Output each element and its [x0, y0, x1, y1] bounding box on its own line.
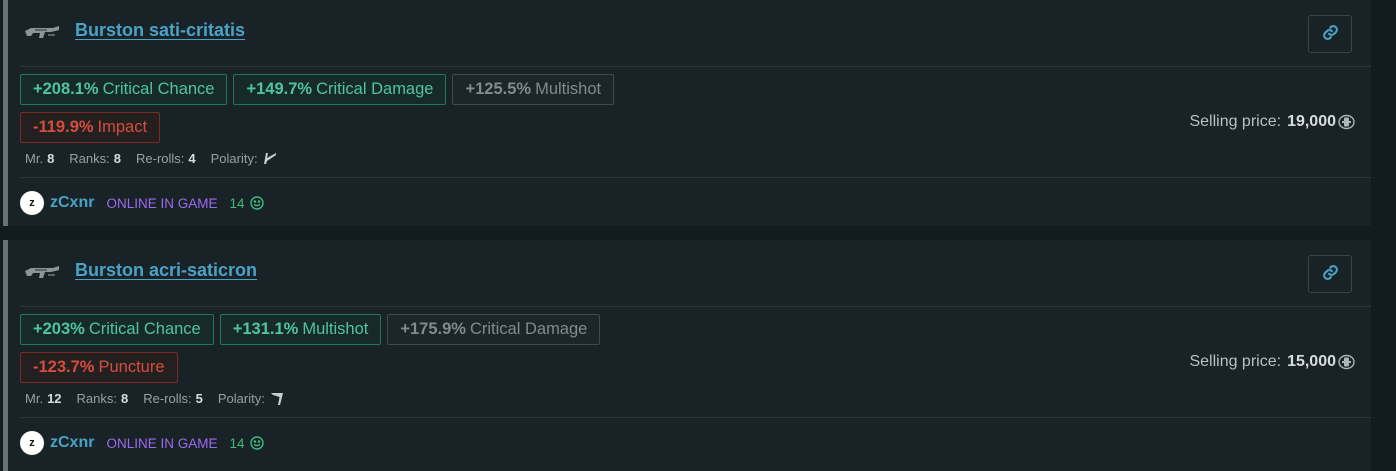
selling-price: Selling price: 19,000: [1189, 113, 1355, 131]
link-icon: [1322, 24, 1339, 44]
polarity: Polarity:: [211, 151, 277, 166]
rerolls: Re-rolls: 5: [143, 391, 203, 406]
riven-meta: Mr. 8 Ranks: 8 Re-rolls: 4 Polarity:: [25, 151, 292, 166]
stats-row: -119.9% Impact: [20, 112, 161, 143]
negative-stat-badge: -119.9% Impact: [20, 112, 161, 143]
rerolls-value: 4: [188, 151, 196, 166]
divider: [20, 66, 1371, 67]
selling-price: Selling price: 15,000: [1189, 353, 1355, 371]
divider: [20, 306, 1371, 307]
mr-label: Mr.: [25, 151, 44, 166]
positive-stat-badge: +131.1% Multishot: [219, 314, 382, 345]
stat-name: Multishot: [535, 80, 602, 98]
stat-value: -123.7%: [33, 358, 95, 376]
divider: [20, 177, 1371, 178]
stat-name: Critical Chance: [102, 80, 215, 98]
seller-name-link[interactable]: zCxnr: [50, 194, 94, 212]
seller-name-link[interactable]: zCxnr: [50, 434, 94, 452]
stat-name: Impact: [97, 118, 148, 136]
stat-value: +203%: [33, 320, 85, 338]
mastery-rank: Mr. 12: [25, 391, 62, 406]
price-label: Selling price:: [1189, 113, 1282, 130]
stat-value: +208.1%: [33, 80, 99, 98]
stats-row: +203% Critical Chance +131.1% Multishot …: [20, 314, 601, 345]
mr-value: 12: [47, 391, 62, 406]
negative-stat-badge: -123.7% Puncture: [20, 352, 178, 383]
reputation: 14: [229, 195, 264, 211]
positive-stat-badge: +203% Critical Chance: [20, 314, 214, 345]
smiley-icon: [249, 436, 264, 450]
neutral-stat-badge: +125.5% Multishot: [452, 74, 615, 105]
reputation-value: 14: [229, 435, 245, 451]
stat-name: Critical Damage: [316, 80, 434, 98]
naramon-polarity-icon: [263, 152, 277, 165]
stat-value: +125.5%: [465, 80, 532, 98]
divider: [20, 417, 1371, 418]
mastery-rank: Mr. 8: [25, 151, 54, 166]
price-label: Selling price:: [1189, 353, 1282, 370]
positive-stat-badge: +208.1% Critical Chance: [20, 74, 228, 105]
polarity-label: Polarity:: [210, 151, 258, 166]
burston-rifle-icon: [23, 20, 61, 46]
platinum-icon: [1338, 114, 1355, 130]
stats-row: +208.1% Critical Chance +149.7% Critical…: [20, 74, 615, 105]
ranks: Ranks: 8: [77, 391, 129, 406]
rerolls-label: Re-rolls:: [136, 151, 185, 166]
avatar[interactable]: z: [20, 191, 44, 215]
stat-name: Puncture: [98, 358, 165, 376]
reputation: 14: [229, 435, 264, 451]
stats-row: -123.7% Puncture: [20, 352, 178, 383]
stat-value: -119.9%: [33, 118, 94, 136]
price-value: 15,000: [1287, 353, 1336, 370]
ranks-label: Ranks:: [69, 151, 110, 166]
stat-value: +149.7%: [246, 80, 313, 98]
ranks-value: 8: [113, 151, 121, 166]
riven-listing-card: Burston acri-saticron +203% Critical Cha…: [3, 240, 1371, 471]
ranks-value: 8: [121, 391, 129, 406]
stat-name: Critical Chance: [88, 320, 201, 338]
mr-label: Mr.: [25, 391, 44, 406]
burston-rifle-icon: [23, 260, 61, 286]
platinum-icon: [1338, 354, 1355, 370]
copy-link-button[interactable]: [1308, 255, 1352, 293]
stat-name: Critical Damage: [469, 320, 588, 338]
smiley-icon: [249, 196, 264, 210]
seller-info: z zCxnr ONLINE IN GAME 14: [20, 431, 264, 455]
neutral-stat-badge: +175.9% Critical Damage: [387, 314, 601, 345]
stat-value: +131.1%: [232, 320, 299, 338]
stat-name: Multishot: [302, 320, 369, 338]
riven-title-link[interactable]: Burston acri-saticron: [75, 260, 257, 281]
vazarin-polarity-icon: [270, 392, 284, 406]
riven-title-link[interactable]: Burston sati-critatis: [75, 20, 245, 41]
reputation-value: 14: [229, 195, 245, 211]
online-status: ONLINE IN GAME: [106, 195, 218, 211]
mr-value: 8: [47, 151, 55, 166]
seller-info: z zCxnr ONLINE IN GAME 14: [20, 191, 264, 215]
avatar[interactable]: z: [20, 431, 44, 455]
riven-meta: Mr. 12 Ranks: 8 Re-rolls: 5 Polarity:: [25, 391, 299, 406]
ranks: Ranks: 8: [69, 151, 121, 166]
price-value: 19,000: [1287, 113, 1336, 130]
positive-stat-badge: +149.7% Critical Damage: [233, 74, 447, 105]
stat-value: +175.9%: [400, 320, 466, 338]
copy-link-button[interactable]: [1308, 15, 1352, 53]
polarity: Polarity:: [218, 391, 284, 406]
online-status: ONLINE IN GAME: [106, 435, 218, 451]
polarity-label: Polarity:: [217, 391, 265, 406]
rerolls-label: Re-rolls:: [143, 391, 192, 406]
link-icon: [1322, 264, 1339, 284]
riven-listing-card: Burston sati-critatis +208.1% Critical C…: [3, 0, 1371, 226]
rerolls: Re-rolls: 4: [136, 151, 196, 166]
ranks-label: Ranks:: [76, 391, 117, 406]
rerolls-value: 5: [195, 391, 203, 406]
